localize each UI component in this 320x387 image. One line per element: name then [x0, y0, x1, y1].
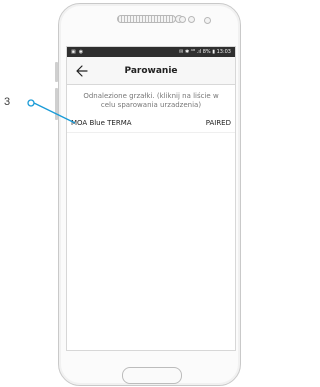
speaker-grille	[117, 15, 176, 23]
callout-number: 3	[4, 96, 11, 108]
home-button[interactable]	[122, 367, 182, 384]
status-right: ✉ ✱ ⁴ᴳ .ıl 8% ▮ 13:03	[179, 49, 231, 55]
status-badge: PAIRED	[205, 119, 231, 127]
proximity-sensor	[179, 16, 186, 23]
hint-text: Odnalezione grzałki. (kliknij na liście …	[83, 92, 219, 109]
phone-frame: ▣ ◉ ✉ ✱ ⁴ᴳ .ıl 8% ▮ 13:03 Parowanie Odna…	[58, 3, 241, 386]
camera-icon	[204, 17, 211, 24]
message-icon: ▣	[71, 49, 76, 55]
device-name: MOA Blue TERMA	[71, 119, 132, 127]
callout-marker	[27, 99, 35, 107]
side-button-volume-up	[55, 62, 58, 82]
status-bar: ▣ ◉ ✉ ✱ ⁴ᴳ .ıl 8% ▮ 13:03	[67, 47, 235, 57]
arrow-left-icon[interactable]	[73, 62, 90, 79]
status-left-icons: ▣ ◉	[71, 49, 83, 55]
alarm-icon: ◉	[78, 49, 84, 55]
side-button-volume-down	[55, 88, 58, 120]
light-sensor	[188, 16, 195, 23]
app-bar: Parowanie	[67, 57, 235, 85]
list-item[interactable]: MOA Blue TERMA PAIRED	[67, 114, 235, 133]
status-text: ✉ ✱ ⁴ᴳ .ıl 8% ▮ 13:03	[179, 49, 231, 55]
phone-screen: ▣ ◉ ✉ ✱ ⁴ᴳ .ıl 8% ▮ 13:03 Parowanie Odna…	[66, 46, 236, 351]
page-title: Parowanie	[124, 65, 178, 76]
device-list: MOA Blue TERMA PAIRED	[67, 114, 235, 133]
